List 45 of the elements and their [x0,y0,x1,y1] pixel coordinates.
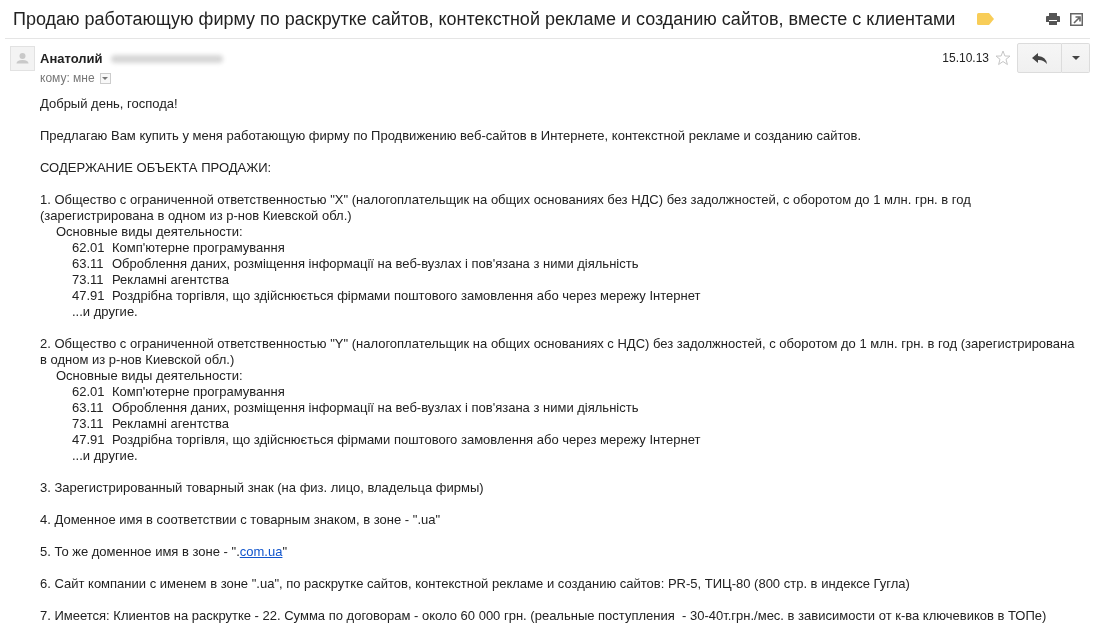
reply-button[interactable] [1017,43,1062,73]
activity-name: Рекламні агентства [112,416,229,432]
activity-name: Роздрібна торгівля, що здійснюється фірмами поштового замовлення або через мережу Інтернет [112,432,701,448]
print-icon[interactable] [1046,13,1060,25]
company-description: 1. Общество с ограниченной ответственностью "X" (налогоплательщик на общих основаниях без НДС) без задолжностей, с оборотом до 1 млн. грн. в год (зарегистрирована в одном из р-нов Киевской обл.) [40,192,972,224]
body-text: 3. Зарегистрированный товарный знак (на физ. лицо, владельца фирмы) [40,480,485,496]
activity-code: 47.91 [72,432,106,448]
activity-name: Комп'ютерне програмування [112,384,285,400]
message-date: 15.10.13 [942,51,989,65]
activity-name: Оброблення даних, розміщення інформації на веб-вузлах і пов'язана з ними діяльність [112,400,639,416]
reply-arrow-icon [1032,52,1047,64]
more-options-button[interactable] [1062,43,1090,73]
activities-heading: Основные виды деятельности: [55,368,244,384]
new-window-icon[interactable] [1070,12,1083,26]
activity-code: 62.01 [72,240,106,256]
activity-code: 47.91 [72,288,106,304]
activity-code: 73.11 [72,416,105,432]
activity-code: 63.11 [72,256,105,272]
recipients-text: кому: мне [40,71,95,85]
activities-more: ...и другие. [71,448,139,464]
body-text: 4. Доменное имя в соответствии с товарным знаком, в зоне - ".ua" [40,512,442,528]
activities-more: ...и другие. [71,304,139,320]
body-text: 6. Сайт компании с именем в зоне ".ua", по раскрутке сайтов, контекстной рекламе и созданию сайтов: PR-5, ТИЦ-80 (800 стр. в индексе Гугла) [40,576,911,592]
domain-link[interactable]: com.ua [239,544,283,559]
activities-heading: Основные виды деятельности: [55,224,244,240]
activity-code: 73.11 [72,272,105,288]
caret-icon [102,76,109,80]
caret-icon [1071,56,1080,60]
activity-name: Роздрібна торгівля, що здійснюється фірмами поштового замовлення або через мережу Інтернет [112,288,701,304]
activity-code: 62.01 [72,384,106,400]
email-subject: Продаю работающую фирму по раскрутке сайтов, контекстной рекламе и созданию сайтов, вместе с клиентами [13,8,956,30]
activity-name: Комп'ютерне програмування [112,240,285,256]
recipients-details-button[interactable] [99,72,111,84]
body-text: 5. То же доменное имя в зоне - ".com.ua" [40,544,289,560]
star-icon[interactable] [995,50,1011,66]
body-text: СОДЕРЖАНИЕ ОБЪЕКТА ПРОДАЖИ: [40,160,273,176]
avatar-silhouette-icon [10,46,35,71]
body-text: Предлагаю Вам купить у меня работающую фирму по Продвижению веб-сайтов в Интернете, контекстной рекламе и созданию сайтов. [40,128,862,144]
body-text: Добрый день, господа! [40,96,179,112]
activity-code: 63.11 [72,400,105,416]
activity-name: Рекламні агентства [112,272,229,288]
activity-name: Оброблення даних, розміщення інформації на веб-вузлах і пов'язана з ними діяльність [112,256,639,272]
body-text: 7. Имеется: Клиентов на раскрутке - 22. Сумма по договорам - около 60 000 грн. (реальные поступления - 30-40т.грн./мес. в зависимости от к-ва ключевиков в ТОПе) [40,608,1048,624]
company-description: 2. Общество с ограниченной ответственностью "Y" (налогоплательщик на общих основаниях с НДС) без задолжностей, с оборотом до 1 млн. грн. в год (зарегистрирована в одном из р-нов Киевской обл.) [40,336,1076,368]
sender-name: Анатолий [40,50,103,66]
